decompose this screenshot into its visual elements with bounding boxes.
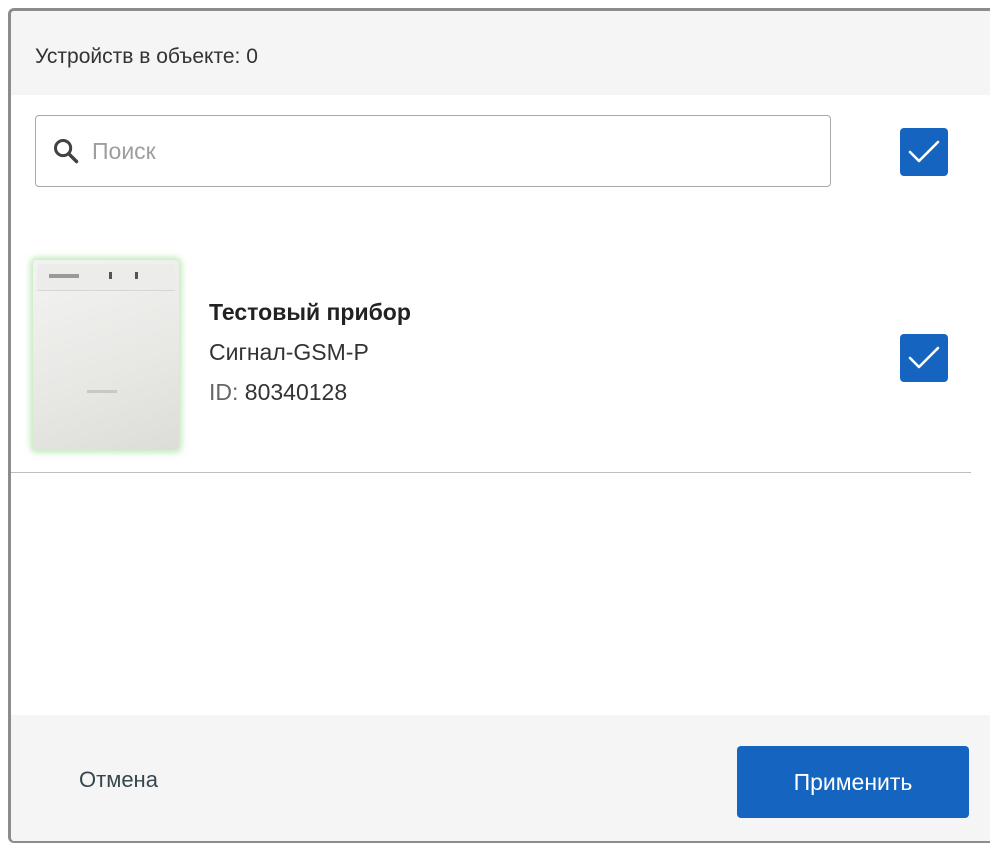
device-id-label: ID: <box>209 379 239 405</box>
search-input[interactable] <box>92 128 812 174</box>
checkmark-icon <box>908 346 940 369</box>
device-list-item[interactable]: Тестовый прибор Сигнал-GSM-P ID: 8034012… <box>11 246 971 473</box>
search-icon <box>53 138 79 164</box>
device-id: ID: 80340128 <box>209 379 347 406</box>
device-checkbox[interactable] <box>900 334 948 382</box>
device-selection-dialog: Устройств в объекте: 0 Тестовый прибор С… <box>8 8 990 843</box>
dialog-footer: Отмена Применить <box>11 715 990 841</box>
search-field[interactable] <box>35 115 831 187</box>
dialog-header: Устройств в объекте: 0 <box>11 11 990 95</box>
device-model: Сигнал-GSM-P <box>209 339 369 365</box>
apply-button[interactable]: Применить <box>737 746 969 818</box>
select-all-checkbox[interactable] <box>900 128 948 176</box>
device-panel-shape <box>37 264 175 291</box>
devices-count-title: Устройств в объекте: 0 <box>35 45 258 68</box>
cancel-button[interactable]: Отмена <box>79 767 158 793</box>
device-name: Тестовый прибор <box>209 299 411 325</box>
device-image <box>33 260 179 450</box>
device-id-value: 80340128 <box>244 379 348 405</box>
checkmark-icon <box>908 140 940 163</box>
